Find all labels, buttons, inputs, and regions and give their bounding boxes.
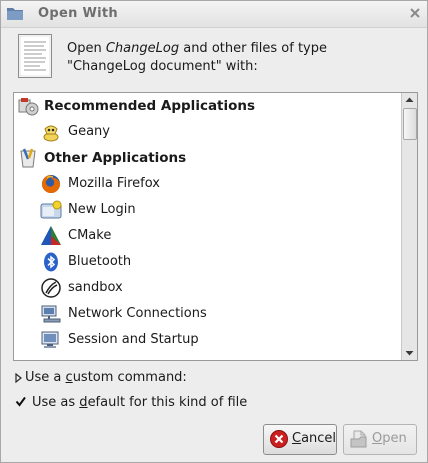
application-label: New Login (68, 202, 136, 217)
bluetooth-icon (44, 252, 58, 272)
network-connections-icon (41, 305, 61, 323)
application-item[interactable]: New Login (14, 197, 400, 223)
application-label: Mozilla Firefox (68, 176, 160, 191)
cancel-icon (270, 430, 288, 448)
application-item[interactable]: Geany (14, 119, 400, 145)
application-label: Session and Startup (68, 332, 199, 347)
application-label: sandbox (68, 280, 123, 295)
file-name: ChangeLog (105, 41, 180, 56)
application-list[interactable]: Recommended Applications Geany Other Appli… (13, 92, 418, 361)
category-header: Other Applications (14, 145, 400, 171)
scroll-down-arrow-icon[interactable] (402, 346, 417, 360)
open-with-dialog: Open With Open ChangeLog and other files… (0, 0, 428, 463)
new-login-icon (40, 200, 62, 219)
application-label: Bluetooth (68, 254, 132, 269)
cancel-label: Cancel (292, 431, 337, 446)
open-label: Open (372, 431, 407, 446)
open-icon (350, 430, 367, 448)
description-text: Open ChangeLog and other files of type "… (67, 41, 327, 74)
geany-icon (43, 125, 59, 142)
close-icon[interactable] (409, 7, 421, 19)
cmake-icon (41, 226, 61, 245)
title-bar[interactable]: Open With (1, 1, 427, 28)
application-label: CMake (68, 228, 112, 243)
other-apps-icon (20, 148, 36, 168)
session-startup-icon (41, 331, 59, 348)
checkmark-icon[interactable] (15, 396, 26, 407)
expander-arrow-icon (15, 373, 22, 383)
application-item[interactable]: sandbox (14, 275, 400, 301)
application-item[interactable]: Session and Startup (14, 327, 400, 353)
folder-icon (7, 8, 23, 20)
application-item[interactable]: Bluetooth (14, 249, 400, 275)
recommended-icon (18, 98, 39, 116)
window-title: Open With (38, 6, 118, 21)
open-button[interactable]: Open (343, 424, 417, 455)
category-label: Other Applications (44, 150, 187, 166)
default-checkbox-label: Use as default for this kind of file (32, 395, 248, 410)
sandbox-icon (41, 278, 61, 298)
category-label: Recommended Applications (44, 98, 256, 114)
scrollbar-thumb[interactable] (403, 108, 417, 140)
text-document-icon (18, 34, 52, 78)
cancel-button[interactable]: Cancel (263, 424, 337, 455)
scroll-up-arrow-icon[interactable] (402, 93, 417, 107)
application-item[interactable]: Network Connections (14, 301, 400, 327)
application-label: Geany (68, 124, 110, 139)
application-item[interactable]: CMake (14, 223, 400, 249)
application-item[interactable]: Mozilla Firefox (14, 171, 400, 197)
category-header: Recommended Applications (14, 93, 400, 119)
vertical-scrollbar[interactable] (401, 93, 417, 360)
application-label: Network Connections (68, 306, 207, 321)
firefox-icon (42, 175, 60, 193)
custom-command-label: Use a custom command: (25, 370, 187, 385)
